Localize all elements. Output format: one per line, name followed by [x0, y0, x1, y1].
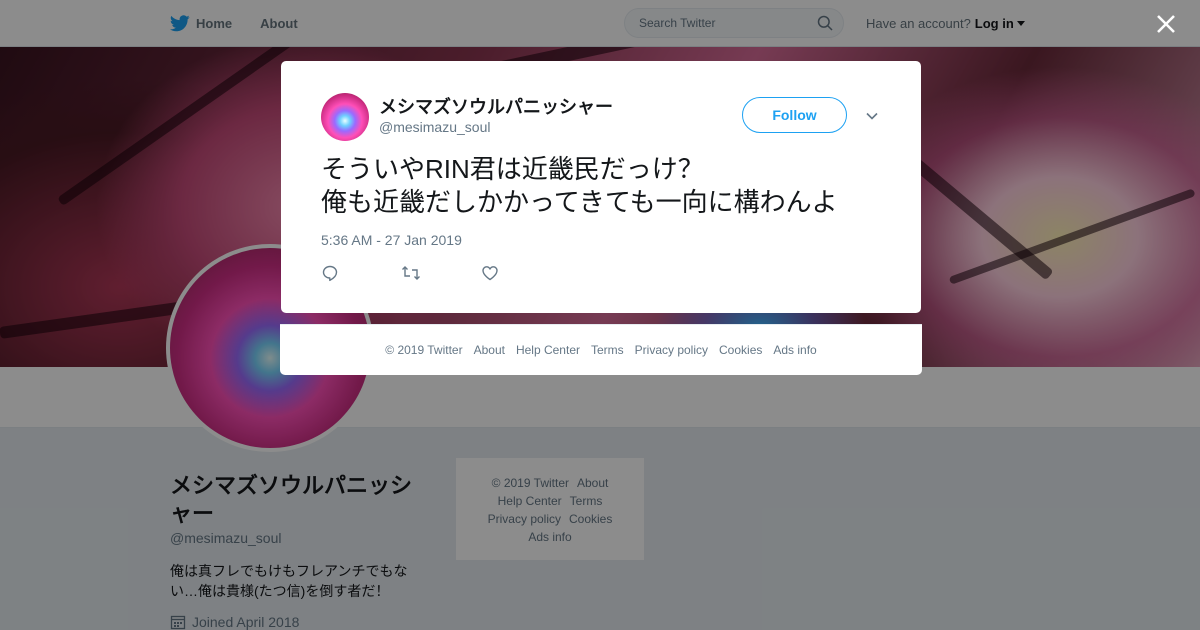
close-icon[interactable] [1154, 12, 1178, 36]
footer-terms[interactable]: Terms [591, 343, 624, 357]
like-action[interactable] [481, 263, 561, 283]
footer-help-center[interactable]: Help Center [516, 343, 580, 357]
footer-cookies[interactable]: Cookies [719, 343, 762, 357]
reply-icon[interactable] [321, 264, 339, 282]
tweet-text: そういやRIN君は近畿民だっけ？ 俺も近畿だしかかってきても一向に構わんよ [321, 153, 901, 219]
chevron-down-icon[interactable] [865, 109, 879, 123]
footer-about[interactable]: About [474, 343, 505, 357]
tweet-timestamp[interactable]: 5:36 AM - 27 Jan 2019 [321, 232, 462, 248]
tweet-author-avatar[interactable] [321, 93, 369, 141]
footer-privacy[interactable]: Privacy policy [635, 343, 708, 357]
tweet-actions [321, 263, 561, 283]
heart-icon[interactable] [481, 264, 499, 282]
retweet-icon[interactable] [401, 264, 421, 282]
follow-button[interactable]: Follow [742, 97, 847, 133]
modal-footer: © 2019 Twitter About Help Center Terms P… [280, 324, 922, 375]
tweet-author-handle[interactable]: @mesimazu_soul [379, 119, 490, 135]
footer-copyright: © 2019 Twitter [385, 343, 463, 357]
tweet-text-line-1: そういやRIN君は近畿民だっけ？ [321, 154, 704, 184]
tweet-text-line-2: 俺も近畿だしかかってきても一向に構わんよ [321, 187, 838, 217]
reply-action[interactable] [321, 263, 401, 283]
footer-ads-info[interactable]: Ads info [773, 343, 816, 357]
retweet-action[interactable] [401, 263, 481, 283]
tweet-modal: メシマズソウルパニッシャー @mesimazu_soul Follow そういや… [281, 61, 921, 313]
tweet-author-name[interactable]: メシマズソウルパニッシャー [379, 93, 613, 119]
